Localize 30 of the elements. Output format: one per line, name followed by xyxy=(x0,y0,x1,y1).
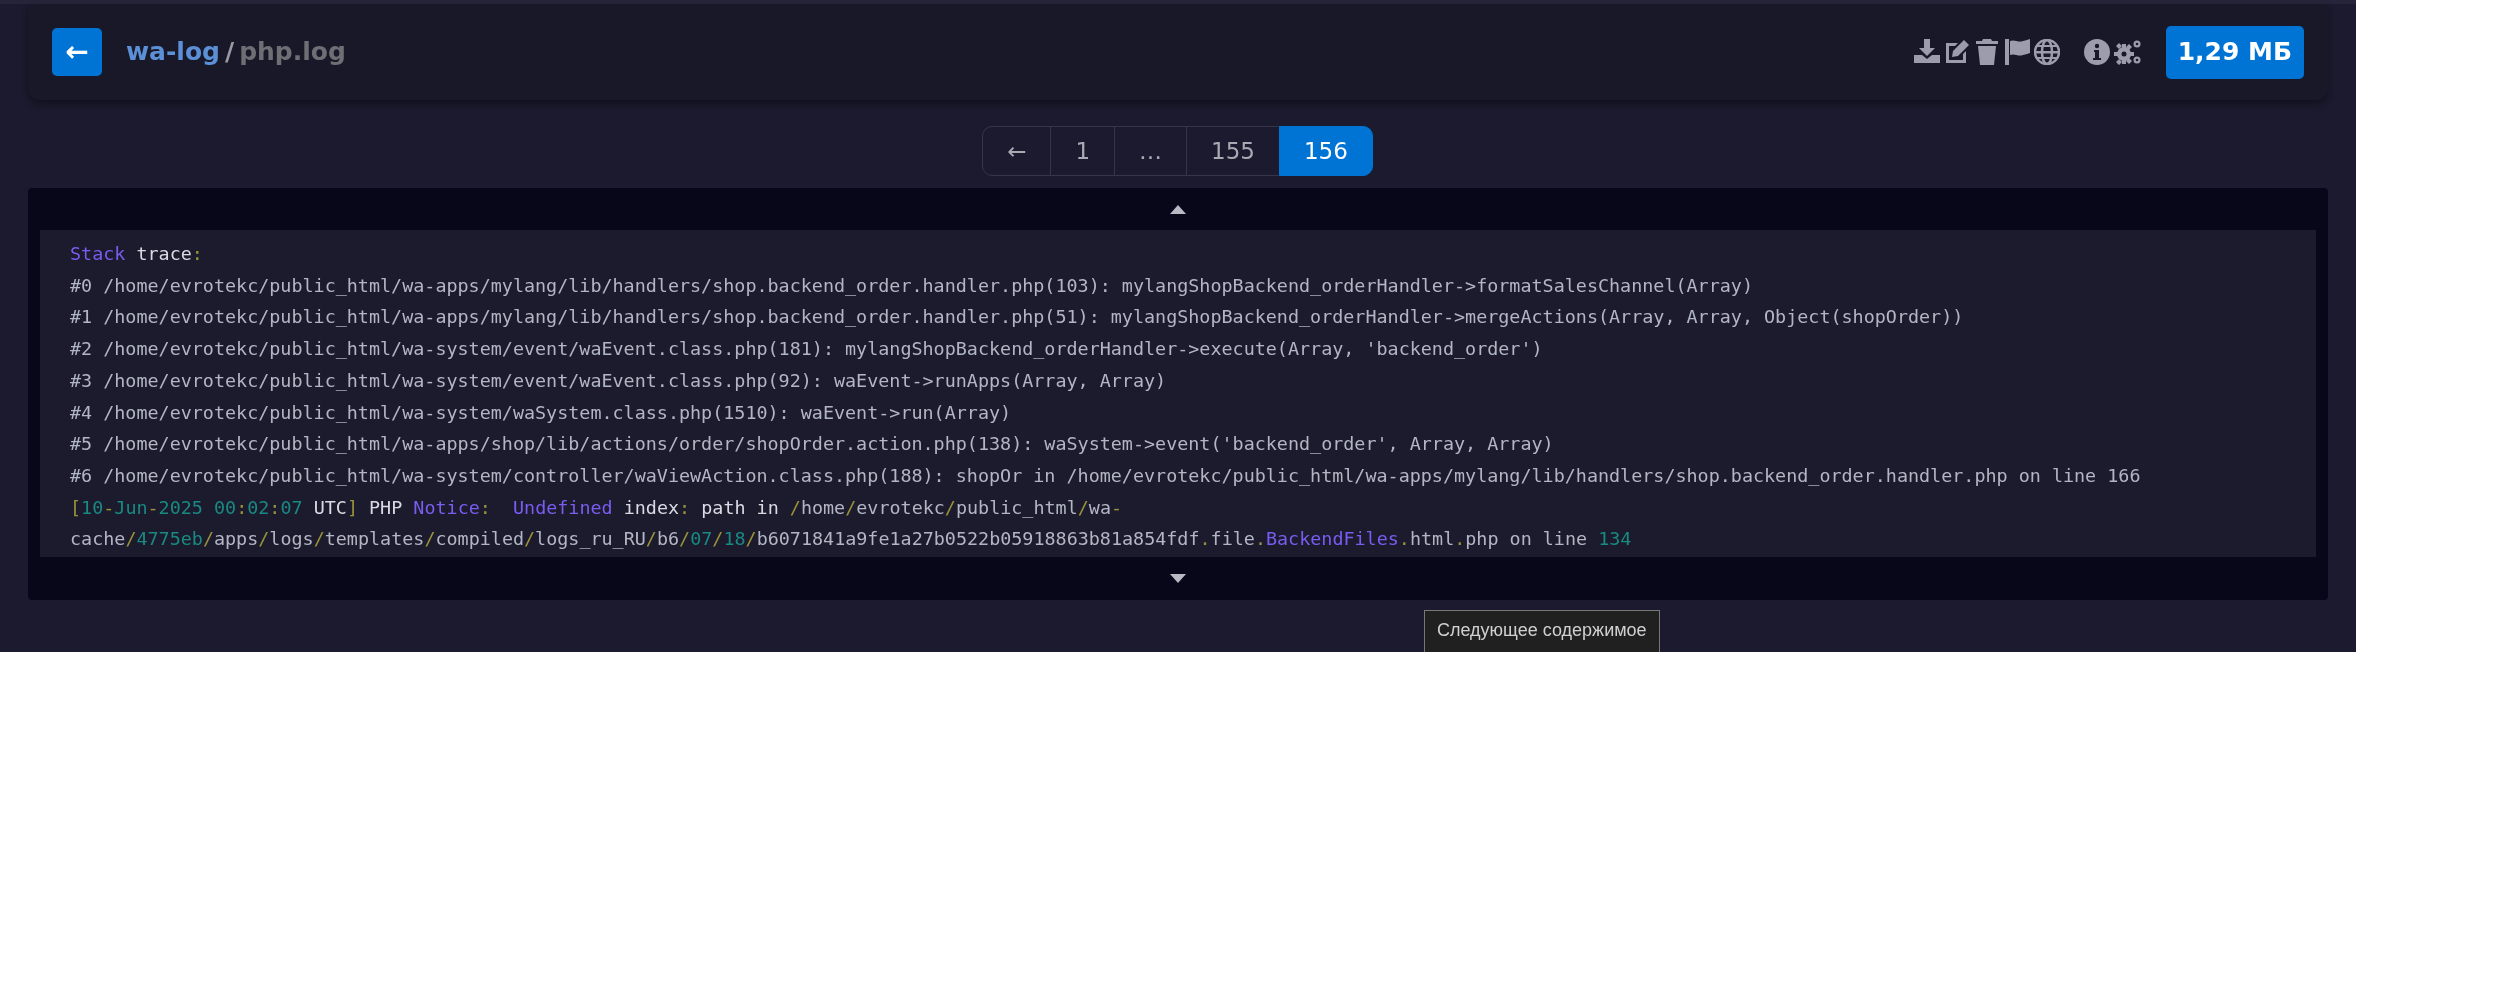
log-line: #4 /home/evrotekc/public_html/wa-system/waSystem.class.php(1510): waEvent->run(Array) xyxy=(70,400,1013,425)
log-line: #1 /home/evrotekc/public_html/wa-apps/mylang/lib/handlers/shop.backend_order.handler.php(51): mylangShopBackend_orderHandler->mergeActions(Array, Array, Object(shopOrder)) xyxy=(70,305,1965,330)
log-line: #6 /home/evrotekc/public_html/wa-system/controller/waViewAction.class.php(188): shopOr in /home/evrotekc/public_html/wa-apps/mylang/lib/handlers/shop.backend_order.handler.php on line 166 xyxy=(70,463,2142,488)
scroll-up-icon[interactable] xyxy=(1170,204,1186,214)
log-line: #2 /home/evrotekc/public_html/wa-system/event/waEvent.class.php(181): mylangShopBackend_orderHandler->execute(Array, 'backend_order') xyxy=(70,337,1544,362)
info-icon[interactable] xyxy=(2083,39,2110,65)
log-line: #3 /home/evrotekc/public_html/wa-system/event/waEvent.class.php(92): waEvent->runApps(Array, Array) xyxy=(70,368,1168,393)
trash-icon[interactable] xyxy=(1973,39,2000,65)
file-size-button[interactable]: 1,29 МБ xyxy=(2165,25,2304,79)
gears-icon[interactable] xyxy=(2113,39,2142,65)
page-link[interactable]: 155 xyxy=(1186,126,1280,176)
page-link[interactable]: ← xyxy=(982,126,1052,176)
scroll-down-icon[interactable] xyxy=(1170,573,1186,583)
flag-icon[interactable] xyxy=(2003,39,2030,65)
globe-icon[interactable] xyxy=(2033,39,2060,65)
breadcrumb-separator: / xyxy=(225,36,235,69)
log-line: cache/4775eb/apps/logs/templates/compiled/logs_ru_RU/b6/07/18/b6071841a9fe1a27b0522b05918863b81a854fdf.file.BackendFiles.html.php on line 134 xyxy=(70,527,1633,552)
log-line: #5 /home/evrotekc/public_html/wa-apps/shop/lib/actions/order/shopOrder.action.php(138): waSystem->event('backend_order', Array, Array) xyxy=(70,432,1555,457)
edit-icon[interactable] xyxy=(1943,39,1970,65)
breadcrumb-link[interactable]: wa-log xyxy=(126,33,220,71)
page-link[interactable]: 1 xyxy=(1050,126,1116,176)
page-link[interactable]: 156 xyxy=(1278,126,1373,176)
download-icon[interactable] xyxy=(1913,39,1940,65)
log-line: [10-Jun-2025 00:02:07 UTC] PHP Notice: Undefined index: path in /home/evrotekc/public_html/wa- xyxy=(70,495,1124,520)
back-button[interactable]: ← xyxy=(52,28,102,76)
breadcrumb-current: php.log xyxy=(239,36,346,69)
tooltip: Следующее содержимое xyxy=(1424,610,1660,652)
log-line: #0 /home/evrotekc/public_html/wa-apps/mylang/lib/handlers/shop.backend_order.handler.php(103): mylangShopBackend_orderHandler->formatSalesChannel(Array) xyxy=(70,273,1754,298)
log-line: Stack trace: xyxy=(70,242,204,266)
page-link[interactable]: … xyxy=(1114,126,1188,176)
